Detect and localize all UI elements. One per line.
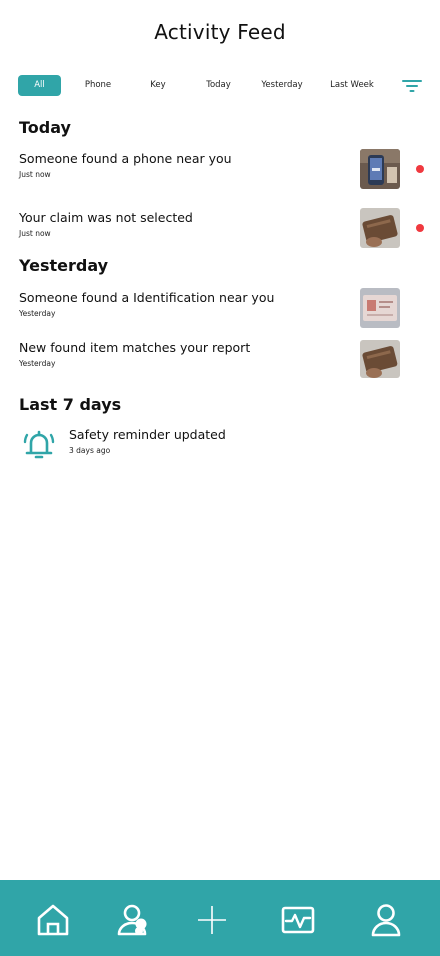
filter-chip-key[interactable]: Key: [138, 75, 178, 96]
id-card-thumbnail: [360, 288, 400, 328]
section-title-yesterday: Yesterday: [19, 256, 109, 275]
filter-icon[interactable]: [402, 78, 422, 94]
page-title: Activity Feed: [154, 20, 286, 44]
filter-chips: All Phone Key Today Yesterday Last Week: [18, 75, 424, 97]
unread-dot: [416, 224, 424, 232]
bell-icon: [23, 427, 55, 461]
filter-chip-today[interactable]: Today: [196, 75, 241, 96]
home-icon[interactable]: [35, 902, 71, 938]
list-item[interactable]: Safety reminder updated 3 days ago: [69, 427, 369, 455]
section-title-today: Today: [19, 118, 71, 137]
section-title-last-7-days: Last 7 days: [19, 395, 122, 414]
unread-dot: [416, 165, 424, 173]
activity-icon[interactable]: [280, 902, 316, 938]
wallet-thumbnail: [360, 208, 400, 248]
filter-chip-last-week[interactable]: Last Week: [324, 75, 380, 96]
filter-chip-yesterday[interactable]: Yesterday: [256, 75, 308, 96]
filter-chip-phone[interactable]: Phone: [76, 75, 120, 96]
wallet-thumbnail: [360, 340, 400, 378]
item-time: 3 days ago: [69, 446, 111, 455]
header: Activity Feed: [0, 20, 440, 44]
filter-chip-all[interactable]: All: [18, 75, 61, 96]
plus-icon[interactable]: [194, 902, 230, 938]
item-title: Safety reminder updated: [69, 427, 226, 442]
phone-thumbnail: [360, 149, 400, 189]
bottom-tab-bar: [0, 880, 440, 956]
profile-icon[interactable]: [368, 902, 404, 938]
users-icon[interactable]: [114, 902, 150, 938]
